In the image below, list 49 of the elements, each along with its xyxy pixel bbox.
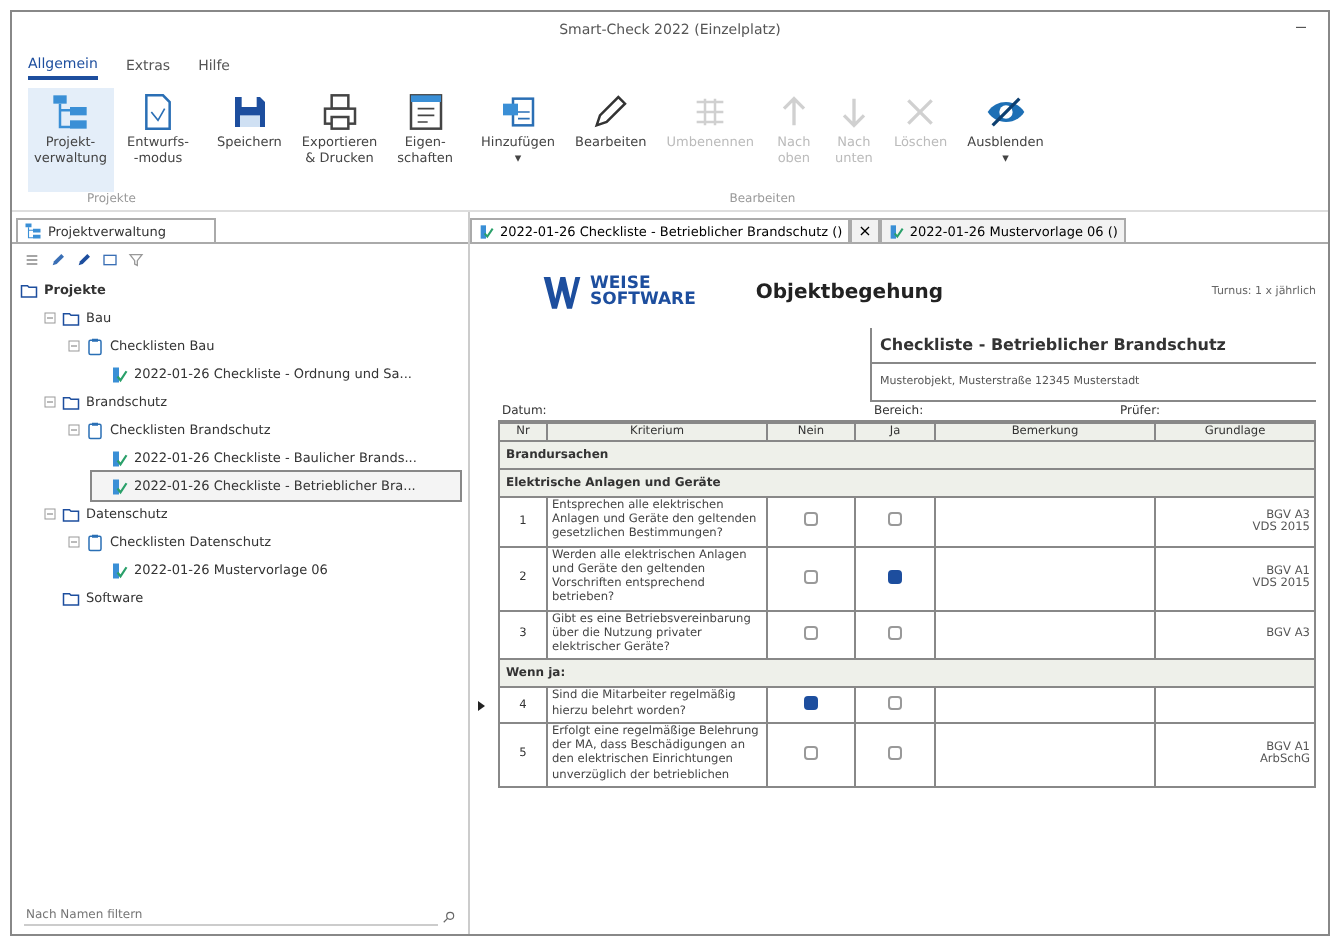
close-tab-button[interactable]: ×: [850, 218, 880, 242]
collapse-icon[interactable]: [68, 340, 80, 352]
search-icon: [442, 909, 456, 923]
radio-button[interactable]: [804, 696, 818, 711]
checklist-icon: [887, 223, 904, 239]
tree-structure-icon: [24, 222, 42, 240]
folder-icon: [62, 393, 80, 411]
clipboard-icon: [86, 533, 104, 551]
logo-text: WEISE: [590, 275, 651, 292]
collapse-icon[interactable]: [68, 424, 80, 436]
frame-icon: [102, 252, 118, 268]
form-icon: [405, 92, 446, 132]
clipboard-icon: [86, 421, 104, 439]
add-item-icon: [498, 92, 539, 132]
radio-button[interactable]: [888, 569, 902, 584]
expand-all-icon: [24, 252, 40, 268]
radio-button[interactable]: [804, 569, 818, 584]
filter-icon: [128, 252, 144, 268]
radio-button[interactable]: [888, 696, 902, 711]
logo-text: SOFTWARE: [590, 292, 696, 309]
folder-icon: [62, 309, 80, 327]
checklist-title: Checkliste - Betrieblicher Brandschutz: [870, 328, 1316, 364]
collapse-icon[interactable]: [44, 312, 56, 324]
document-title: Objektbegehung: [755, 281, 946, 303]
collapse-icon[interactable]: [44, 508, 56, 520]
clipboard-icon: [86, 337, 104, 355]
radio-button[interactable]: [804, 512, 818, 527]
radio-button[interactable]: [888, 625, 902, 640]
checklist-icon: [110, 477, 128, 495]
eye-icon: [985, 92, 1026, 132]
tree-structure-icon: [50, 92, 91, 132]
checklist-icon: [110, 449, 128, 467]
printer-icon: [319, 92, 360, 132]
minimize-button[interactable]: –: [1289, 16, 1312, 36]
save-icon: [229, 92, 270, 132]
radio-button[interactable]: [804, 625, 818, 640]
radio-button[interactable]: [888, 745, 902, 760]
checklist-icon: [110, 365, 128, 383]
checklist-icon: [110, 561, 128, 579]
folder-icon: [20, 281, 38, 299]
radio-button[interactable]: [888, 512, 902, 527]
folder-icon: [62, 505, 80, 523]
pencil-icon: [590, 92, 631, 132]
collapse-icon[interactable]: [68, 536, 80, 548]
checklist-icon: [478, 223, 494, 239]
collapse-icon[interactable]: [44, 396, 56, 408]
radio-button[interactable]: [804, 745, 818, 760]
folder-icon: [62, 589, 80, 607]
w-mark-icon: [538, 272, 586, 312]
